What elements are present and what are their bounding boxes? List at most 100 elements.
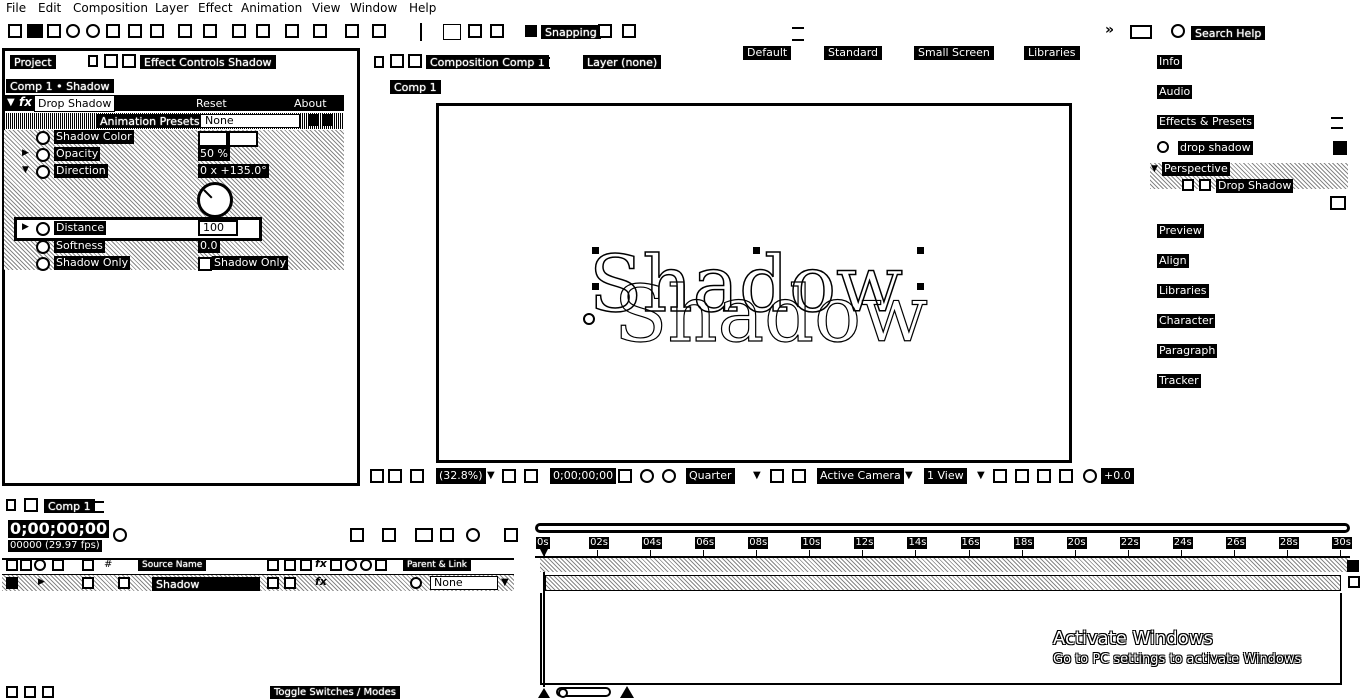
zoom-dropdown[interactable]: (32.8%) <box>436 468 486 484</box>
clear-search-icon[interactable] <box>1333 141 1347 155</box>
effect-switch-icon[interactable]: fx <box>315 575 327 588</box>
shy-switch-icon[interactable] <box>267 559 279 571</box>
fast-previews-icon[interactable] <box>1015 469 1029 483</box>
zoom-dropdown-arrow-icon[interactable]: ▼ <box>487 470 495 481</box>
bbox-handle[interactable] <box>917 283 924 290</box>
panel-effects-presets[interactable]: Effects & Presets <box>1157 115 1254 129</box>
camera-arrow-icon[interactable]: ▼ <box>905 470 913 481</box>
puppet-tool-icon[interactable] <box>345 24 359 38</box>
zoom-slider-thumb[interactable] <box>558 688 568 698</box>
lock-icon[interactable] <box>122 54 136 68</box>
search-help-input[interactable]: Search Help <box>1191 26 1266 40</box>
layer-duration-bar[interactable] <box>545 575 1341 591</box>
panel-preview[interactable]: Preview <box>1157 224 1204 238</box>
property-value[interactable]: 0.0 <box>198 239 220 253</box>
expand-arrow-icon[interactable]: ▶ <box>38 577 45 587</box>
stopwatch-icon[interactable] <box>36 222 50 236</box>
current-time-display[interactable]: 0;00;00;00 <box>550 468 617 484</box>
effect-switch-icon[interactable]: fx <box>315 557 327 570</box>
in-out-icon[interactable] <box>24 686 36 698</box>
menu-animation[interactable]: Animation <box>241 1 302 15</box>
tree-category-perspective[interactable]: Perspective <box>1162 162 1230 176</box>
stopwatch-icon[interactable] <box>36 148 50 162</box>
anchor-point-icon[interactable] <box>583 313 595 325</box>
lock-icon[interactable] <box>408 54 422 68</box>
panel-tracker[interactable]: Tracker <box>1157 374 1201 388</box>
always-preview-icon[interactable] <box>370 469 384 483</box>
panel-menu-icon[interactable] <box>538 57 550 69</box>
bbox-handle[interactable] <box>917 247 924 254</box>
tab-effect-controls[interactable]: Effect Controls Shadow <box>140 55 276 69</box>
presets-select[interactable]: None <box>200 114 300 128</box>
workspace-libraries[interactable]: Libraries <box>1024 46 1080 60</box>
show-snapshot-icon[interactable] <box>640 469 654 483</box>
label-color-icon[interactable] <box>82 577 94 589</box>
view-layout-arrow-icon[interactable]: ▼ <box>977 470 985 481</box>
panel-menu-icon[interactable] <box>92 501 104 513</box>
collapse-arrow-icon[interactable]: ▼ <box>7 97 15 108</box>
lock-icon[interactable] <box>24 498 38 512</box>
zoom-in-icon[interactable] <box>620 686 634 698</box>
distance-input[interactable]: 100 <box>198 220 238 236</box>
bbox-handle[interactable] <box>592 247 599 254</box>
exposure-icon[interactable] <box>1083 469 1097 483</box>
panel-align[interactable]: Align <box>1157 254 1189 268</box>
col-parent-link[interactable]: Parent & Link <box>403 559 471 571</box>
close-tab-icon[interactable] <box>88 55 98 67</box>
bbox-handle[interactable] <box>753 247 760 254</box>
zoom-out-icon[interactable] <box>538 688 550 698</box>
local-axis-icon[interactable] <box>468 24 482 38</box>
rotate-tool-icon[interactable] <box>86 24 100 38</box>
type-tool-icon[interactable] <box>203 24 217 38</box>
stopwatch-icon[interactable] <box>36 131 50 145</box>
time-navigator[interactable] <box>535 523 1350 533</box>
pixel-aspect-icon[interactable] <box>993 469 1007 483</box>
panel-menu-icon[interactable] <box>263 57 275 69</box>
workspace-default[interactable]: Default <box>743 46 792 60</box>
pan-behind-tool-icon[interactable] <box>128 24 142 38</box>
panel-info[interactable]: Info <box>1157 55 1182 69</box>
tree-item-drop-shadow[interactable]: Drop Shadow <box>1216 179 1294 193</box>
property-value[interactable]: 50 % <box>198 147 230 161</box>
about-button[interactable]: About <box>294 97 327 110</box>
col-source-name[interactable]: Source Name <box>138 559 207 571</box>
region-of-interest-icon[interactable] <box>770 469 784 483</box>
tab-project[interactable]: Project <box>10 55 56 69</box>
collapse-switch-icon[interactable] <box>284 559 296 571</box>
camera-dropdown[interactable]: Active Camera <box>817 468 904 484</box>
panel-libraries[interactable]: Libraries <box>1157 284 1209 298</box>
workspace-overflow-icon[interactable]: » <box>1105 22 1114 38</box>
graph-editor-icon[interactable] <box>504 528 518 542</box>
bbox-handle[interactable] <box>592 283 599 290</box>
video-switch-icon[interactable] <box>6 559 18 571</box>
layer-viewer-tab[interactable]: Layer (none) <box>583 55 662 69</box>
eye-icon[interactable] <box>6 577 18 589</box>
motion-blur-icon[interactable] <box>466 528 480 542</box>
keyframe-nav-icon[interactable] <box>1348 576 1360 588</box>
align-icon[interactable] <box>443 24 461 40</box>
zoom-tool-icon[interactable] <box>66 24 80 38</box>
mask-visibility-icon[interactable] <box>524 469 538 483</box>
eraser-tool-icon[interactable] <box>285 24 299 38</box>
pick-whip-icon[interactable] <box>410 577 422 589</box>
effect-name[interactable]: Drop Shadow <box>34 95 116 112</box>
transparency-grid-icon[interactable] <box>792 469 806 483</box>
layer-name[interactable]: Shadow <box>152 577 260 591</box>
collapse-arrow-icon[interactable]: ▼ <box>1151 164 1158 174</box>
panel-paragraph[interactable]: Paragraph <box>1157 344 1218 358</box>
expand-arrow-icon[interactable]: ▶ <box>22 222 29 232</box>
stopwatch-icon[interactable] <box>36 240 50 254</box>
3d-glasses-icon[interactable] <box>388 469 402 483</box>
expand-arrow-icon[interactable]: ▶ <box>22 148 29 158</box>
menu-file[interactable]: File <box>6 1 26 15</box>
composition-canvas[interactable]: Shadow Shadow <box>436 103 1072 463</box>
tab-composition[interactable]: Composition Comp 1 <box>426 55 549 69</box>
rectangle-tool-icon[interactable] <box>150 24 164 38</box>
stopwatch-icon[interactable] <box>36 257 50 271</box>
effects-search-input[interactable]: drop shadow <box>1178 141 1253 155</box>
workspace-menu-icon[interactable] <box>792 27 804 41</box>
property-value[interactable]: 0 x +135.0° <box>198 164 269 178</box>
panel-lock-icon[interactable] <box>390 54 404 68</box>
resolution-arrow-icon[interactable]: ▼ <box>753 470 761 481</box>
quality-switch-icon[interactable] <box>300 559 312 571</box>
